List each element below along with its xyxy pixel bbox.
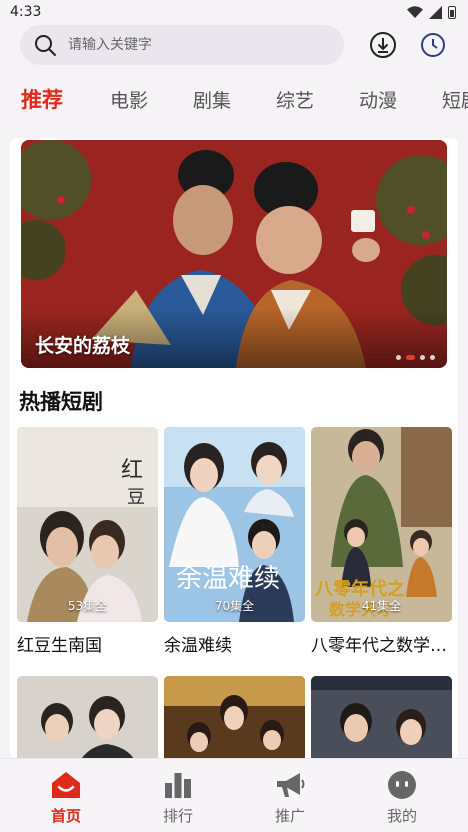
search-input[interactable] [68,37,308,53]
tab-movies[interactable]: 电影 [110,86,148,113]
nav-profile[interactable]: 我的 [352,759,452,832]
carousel-dot [430,355,435,360]
drama-card[interactable]: 红 豆 53集全 红豆生南国 [17,427,158,656]
drama-poster [164,676,305,758]
drama-card[interactable] [164,676,305,758]
svg-text:余温难续: 余温难续 [176,564,280,594]
bar-chart-icon [165,773,191,798]
banner-title: 长安的荔枝 [35,335,131,357]
category-tabs: 推荐 电影 剧集 综艺 动漫 短剧 [0,80,468,120]
nav-promote-label: 推广 [274,807,305,825]
nav-promote[interactable]: 推广 [240,759,340,832]
status-bar: 4:33 [0,0,468,24]
drama-card[interactable]: 八零年代之 数学天才 41集全 八零年代之数学天才 [311,427,452,656]
profile-face-icon [388,771,416,799]
drama-poster: 八零年代之 数学天才 41集全 [311,427,452,622]
status-icons [407,5,456,19]
drama-title: 余温难续 [164,636,232,656]
episode-badge: 53集全 [67,599,108,613]
nav-profile-label: 我的 [386,807,417,825]
wifi-icon [407,6,423,18]
search-icon [35,35,56,56]
download-icon [370,32,396,58]
carousel-dots [396,355,435,360]
drama-title: 八零年代之数学天才 [311,636,452,656]
carousel-dot [420,355,425,360]
section-title: 热播短剧 [19,390,103,414]
svg-text:红: 红 [121,458,143,483]
drama-poster: 余温难续 70集全 [164,427,305,622]
history-button[interactable] [418,30,448,60]
carousel-dot [396,355,401,360]
status-time: 4:33 [10,4,42,20]
drama-card[interactable] [17,676,158,758]
search-box[interactable] [20,25,344,65]
featured-banner[interactable]: 长安的荔枝 [21,140,447,368]
drama-poster [17,676,158,758]
nav-home-label: 首页 [50,807,81,825]
signal-icon [429,5,442,19]
tab-variety[interactable]: 综艺 [276,86,314,113]
episode-badge: 41集全 [361,599,402,613]
battery-icon [448,5,456,19]
megaphone-icon [277,773,305,797]
clock-icon [421,33,445,57]
episode-badge: 70集全 [214,599,255,613]
nav-ranking-label: 排行 [162,807,193,825]
content-panel: 长安的荔枝 热播短剧 红 豆 53集全 红豆生南国 余温难续 70集全 余温难续… [10,138,458,758]
tab-recommend[interactable]: 推荐 [21,84,63,114]
drama-title: 红豆生南国 [17,636,102,656]
home-icon [52,772,80,798]
carousel-dot-active [406,355,415,360]
nav-home[interactable]: 首页 [16,759,116,832]
svg-text:豆: 豆 [127,487,145,508]
drama-card[interactable] [311,676,452,758]
search-row [20,25,450,65]
tab-anime[interactable]: 动漫 [359,86,397,113]
tab-short-drama[interactable]: 短剧 [442,86,468,113]
download-button[interactable] [368,30,398,60]
drama-poster [311,676,452,758]
bottom-navigation: 首页 排行 推广 我的 [0,758,468,832]
drama-poster: 红 豆 53集全 [17,427,158,622]
tab-series[interactable]: 剧集 [193,86,231,113]
nav-ranking[interactable]: 排行 [128,759,228,832]
drama-card[interactable]: 余温难续 70集全 余温难续 [164,427,305,656]
